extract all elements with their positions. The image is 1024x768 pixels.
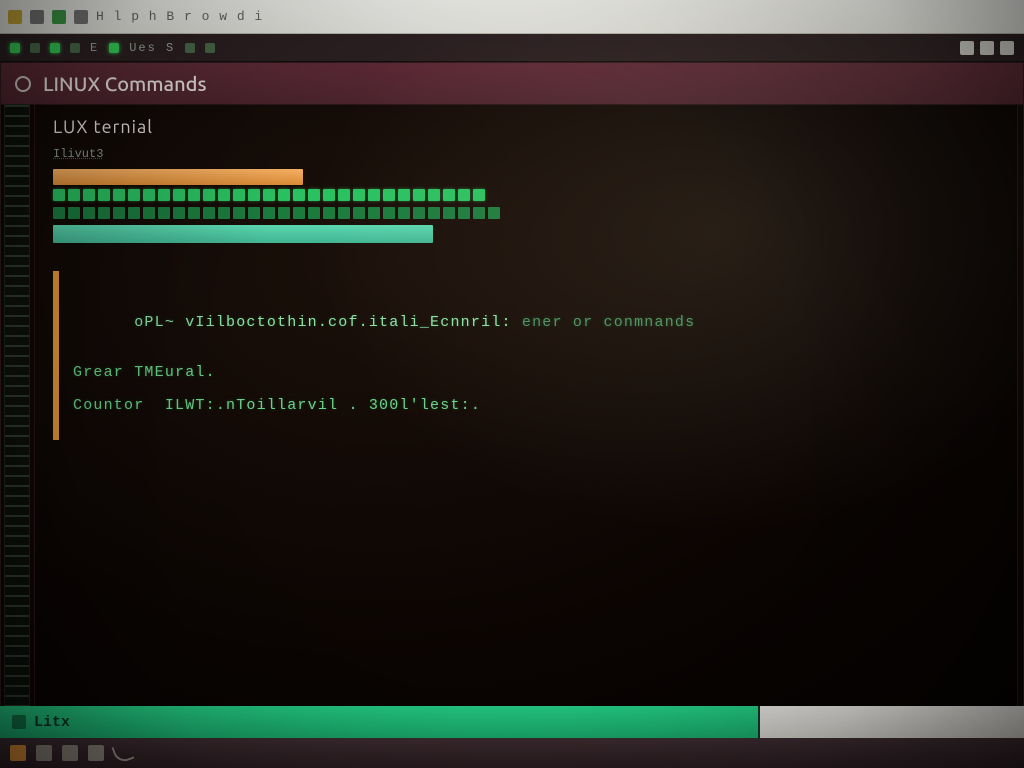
window-control-icon[interactable] <box>52 10 66 24</box>
toolbar-segment-a: E <box>90 41 99 55</box>
window-control-icon[interactable] <box>30 10 44 24</box>
window-title: LINUX Commands <box>43 72 206 95</box>
activity-row <box>53 189 999 203</box>
terminal-titlebar[interactable]: LINUX Commands <box>1 63 1023 105</box>
window-control-icon[interactable] <box>8 10 22 24</box>
progress-bar-teal <box>53 225 433 243</box>
status-label: Litx <box>34 714 70 731</box>
status-led-icon <box>50 43 60 53</box>
status-led-icon <box>10 43 20 53</box>
line-number-gutter <box>4 104 30 738</box>
app-circle-icon <box>15 76 31 92</box>
window-buttons <box>960 41 1014 55</box>
activity-row-dim <box>53 207 999 221</box>
desktop-taskbar[interactable] <box>0 738 1024 768</box>
status-led-icon <box>30 43 40 53</box>
status-bar-active[interactable]: Litx <box>0 706 758 738</box>
terminal-line: Countor ILWT:.nToillarvil . 300l'lest:. <box>73 397 985 414</box>
status-led-icon <box>109 43 119 53</box>
secondary-toolbar: E Ues S <box>0 34 1024 62</box>
minimize-button[interactable] <box>960 41 974 55</box>
toolbar-icon[interactable] <box>74 10 88 24</box>
status-glyph-icon <box>12 715 26 729</box>
browser-chrome-bar: H l p h B r o w d i <box>0 0 1024 34</box>
taskbar-app-icon[interactable] <box>62 745 78 761</box>
undo-icon[interactable] <box>111 741 134 764</box>
toolbar-segment-b: Ues S <box>129 41 175 55</box>
taskbar-app-icon[interactable] <box>10 745 26 761</box>
status-led-icon <box>205 43 215 53</box>
panel-small-label: Ilivut3 <box>53 147 103 161</box>
terminal-line: oPL~ vIilboctothin.cof.itali_Ecnnril: en… <box>73 297 985 348</box>
url-hint-text: H l p h B r o w d i <box>96 9 263 24</box>
taskbar-app-icon[interactable] <box>36 745 52 761</box>
status-led-icon <box>185 43 195 53</box>
progress-bar-orange <box>53 169 303 185</box>
taskbar-app-icon[interactable] <box>88 745 104 761</box>
maximize-button[interactable] <box>980 41 994 55</box>
panel-subheader: LUX ternial <box>53 117 999 137</box>
status-bar: Litx <box>0 706 1024 738</box>
terminal-line: Grear TMEural. <box>73 364 985 381</box>
status-bar-inactive <box>758 706 1024 738</box>
terminal-output-block: oPL~ vIilboctothin.cof.itali_Ecnnril: en… <box>53 271 999 440</box>
terminal-body[interactable]: LUX ternial Ilivut3 oPL~ vIilboctothin.c… <box>34 104 1018 736</box>
status-led-icon <box>70 43 80 53</box>
close-button[interactable] <box>1000 41 1014 55</box>
